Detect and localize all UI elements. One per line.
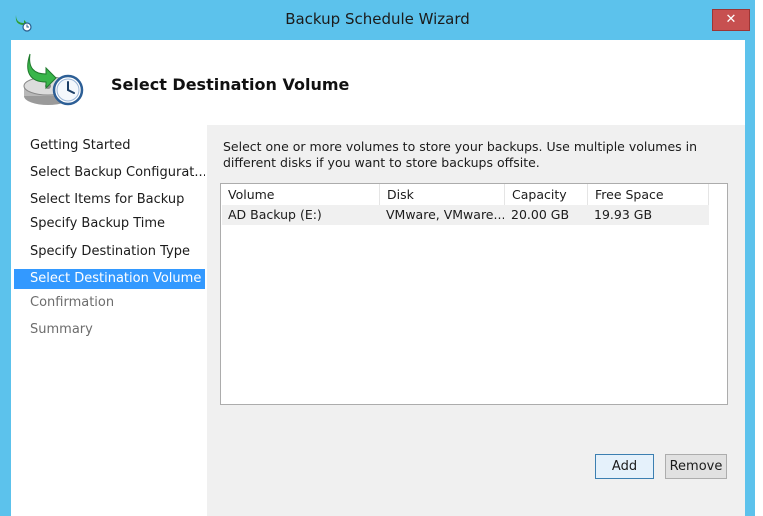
nav-item-getting-started[interactable]: Getting Started [14, 136, 205, 156]
title-bar[interactable]: Backup Schedule Wizard ✕ [0, 0, 755, 40]
nav-item-select-items-for-backup[interactable]: Select Items for Backup [14, 190, 205, 210]
cell-free-space: 19.93 GB [594, 207, 653, 222]
wizard-content: Select one or more volumes to store your… [207, 125, 745, 516]
nav-item-select-destination-volume[interactable]: Select Destination Volume [14, 269, 205, 289]
wizard-steps-nav: Getting Started Select Backup Configurat… [11, 125, 205, 516]
column-header-capacity[interactable]: Capacity [505, 184, 588, 205]
instructions-text: Select one or more volumes to store your… [223, 139, 698, 170]
column-header-volume[interactable]: Volume [221, 184, 380, 205]
nav-item-specify-destination-type[interactable]: Specify Destination Type [14, 242, 205, 262]
close-icon: ✕ [725, 12, 737, 27]
wizard-client-area: Select Destination Volume Getting Starte… [11, 40, 745, 516]
nav-item-summary: Summary [30, 322, 93, 337]
cell-capacity: 20.00 GB [511, 207, 570, 222]
wizard-window: Backup Schedule Wizard ✕ Select Destinat… [0, 0, 755, 516]
table-row[interactable]: AD Backup (E:) VMware, VMware... 20.00 G… [222, 205, 709, 225]
remove-button[interactable]: Remove [665, 454, 727, 479]
nav-item-confirmation: Confirmation [30, 295, 115, 310]
close-button[interactable]: ✕ [712, 9, 750, 31]
cell-volume: AD Backup (E:) [228, 207, 322, 222]
desktop-edge [755, 0, 763, 516]
volume-list[interactable]: Volume Disk Capacity Free Space AD Backu… [220, 183, 728, 405]
backup-schedule-icon [23, 53, 84, 106]
wizard-header: Select Destination Volume [11, 40, 745, 125]
nav-item-select-backup-configuration[interactable]: Select Backup Configurat... [14, 163, 205, 183]
window-title: Backup Schedule Wizard [285, 10, 470, 28]
add-button[interactable]: Add [595, 454, 654, 479]
column-header-disk[interactable]: Disk [380, 184, 505, 205]
column-header-free-space[interactable]: Free Space [588, 184, 709, 205]
nav-item-specify-backup-time[interactable]: Specify Backup Time [14, 214, 205, 234]
page-title: Select Destination Volume [111, 75, 350, 94]
cell-disk: VMware, VMware... [386, 207, 504, 222]
